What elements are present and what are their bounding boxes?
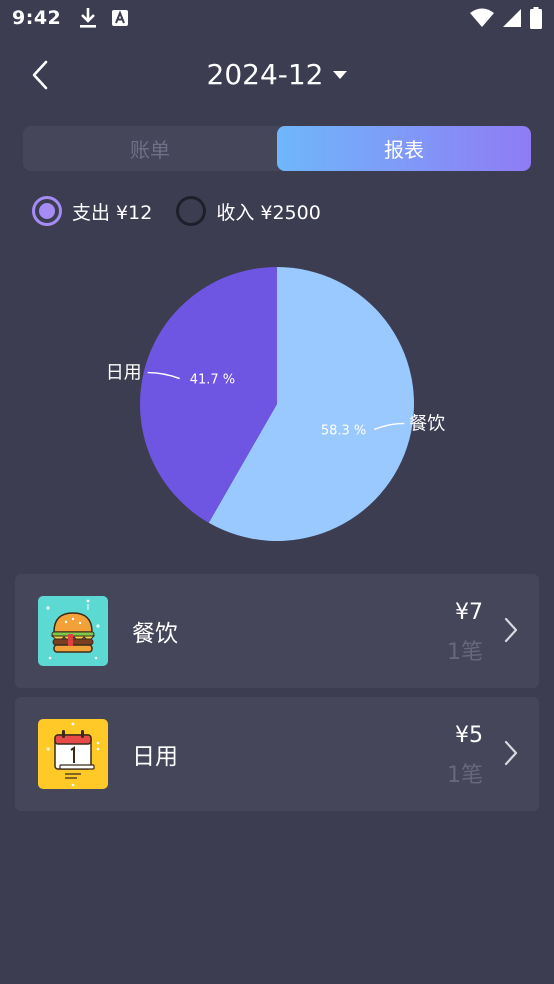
caret-down-icon bbox=[332, 70, 347, 79]
category-name: 日用 bbox=[132, 744, 178, 770]
category-name: 餐饮 bbox=[132, 621, 178, 647]
back-button[interactable] bbox=[24, 54, 60, 94]
burger-icon bbox=[38, 596, 108, 666]
type-filter: 支出 ¥12 收入 ¥2500 bbox=[32, 194, 345, 228]
income-label: 收入 ¥2500 bbox=[216, 201, 321, 224]
chevron-left-icon bbox=[32, 60, 48, 90]
tab-report-label: 报表 bbox=[384, 138, 424, 162]
download-icon bbox=[80, 8, 97, 28]
tab-bills[interactable]: 账单 bbox=[23, 126, 277, 171]
calendar-icon bbox=[38, 719, 108, 789]
tab-bills-label: 账单 bbox=[130, 138, 170, 162]
expense-label: 支出 ¥12 bbox=[72, 201, 153, 224]
signal-icon bbox=[503, 9, 521, 27]
category-count: 1笔 bbox=[447, 640, 483, 665]
slice-name-label: 日用 bbox=[106, 363, 142, 384]
chevron-right-icon bbox=[504, 617, 518, 643]
expense-radio-circle bbox=[32, 196, 62, 226]
category-count: 1笔 bbox=[447, 763, 483, 788]
income-radio[interactable]: 收入 ¥2500 bbox=[176, 196, 321, 226]
chevron-right-icon bbox=[504, 740, 518, 766]
tab-report[interactable]: 报表 bbox=[277, 126, 531, 171]
wifi-icon bbox=[470, 8, 494, 27]
category-amount: ¥7 bbox=[455, 600, 483, 625]
view-tabs: 账单 报表 bbox=[23, 126, 531, 171]
a-icon bbox=[112, 10, 129, 26]
pie-chart: 58.3 % 餐饮 41.7 % 日用 bbox=[0, 250, 554, 560]
category-card-daily[interactable]: 日用 ¥5 1笔 bbox=[15, 697, 539, 811]
battery-icon bbox=[530, 7, 542, 29]
expense-radio[interactable]: 支出 ¥12 bbox=[32, 196, 152, 226]
category-card-dining[interactable]: 餐饮 ¥7 1笔 bbox=[15, 574, 539, 688]
slice-name-label: 餐饮 bbox=[409, 413, 445, 434]
status-bar: 9:42 bbox=[0, 0, 554, 36]
slice-percent-label: 41.7 % bbox=[190, 373, 235, 388]
slice-percent-label: 58.3 % bbox=[321, 423, 366, 438]
top-bar: 2024-12 bbox=[0, 50, 554, 106]
status-time: 9:42 bbox=[12, 7, 62, 29]
month-label: 2024-12 bbox=[206, 58, 324, 91]
pie-chart-svg: 58.3 % 餐饮 41.7 % 日用 bbox=[106, 267, 445, 541]
income-radio-circle bbox=[176, 196, 207, 226]
month-picker[interactable]: 2024-12 bbox=[197, 58, 357, 91]
category-amount: ¥5 bbox=[455, 723, 483, 748]
